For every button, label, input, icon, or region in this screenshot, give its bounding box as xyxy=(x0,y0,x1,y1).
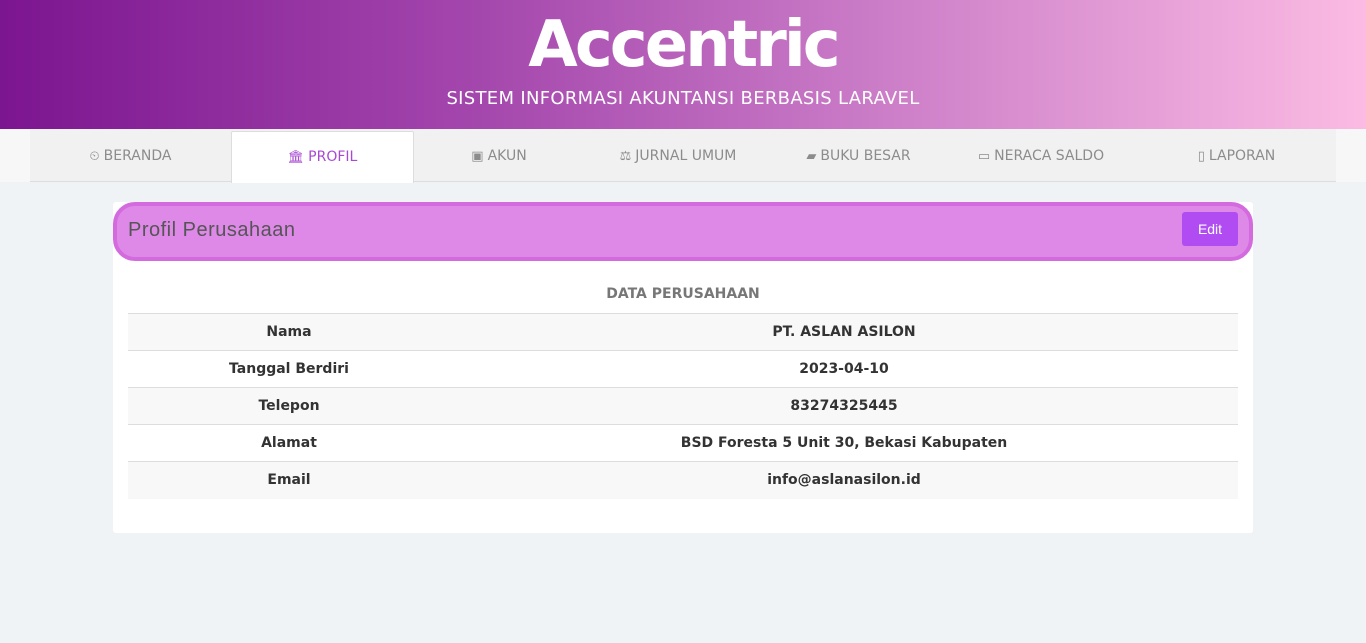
dashboard-icon: ⏲ xyxy=(89,149,100,164)
row-label: Alamat xyxy=(128,424,450,462)
tab-label: AKUN xyxy=(487,148,527,164)
scale-icon: ⚖ xyxy=(619,149,632,164)
tab-label: LAPORAN xyxy=(1208,148,1276,164)
table-row: Telepon 83274325445 xyxy=(128,387,1238,425)
table-row: Tanggal Berdiri 2023-04-10 xyxy=(128,350,1238,388)
row-value: 2023-04-10 xyxy=(450,350,1238,388)
book-icon: ▰ xyxy=(806,149,817,164)
tab-label: BERANDA xyxy=(103,148,172,164)
bank-icon: 🏛 xyxy=(287,150,305,165)
row-label: Email xyxy=(128,461,450,499)
row-label: Telepon xyxy=(128,387,450,425)
pdf-file-icon: ▯ xyxy=(1197,149,1205,164)
tab-beranda[interactable]: ⏲ BERANDA xyxy=(30,131,231,182)
nav-tabs: ⏲ BERANDA 🏛 PROFIL ▣ AKUN ⚖ JURNAL UMUM ▰ BUK… xyxy=(30,129,1336,183)
company-data-table: Nama PT. ASLAN ASILON Tanggal Berdiri 20… xyxy=(128,313,1238,499)
money-icon: ▭ xyxy=(977,149,991,164)
header-banner: Accentric SISTEM INFORMASI AKUNTANSI BER… xyxy=(0,0,1366,129)
tab-neraca-saldo[interactable]: ▭ NERACA SALDO xyxy=(945,131,1137,182)
card-title: Profil Perusahaan xyxy=(128,219,296,241)
tab-akun[interactable]: ▣ AKUN xyxy=(414,131,584,182)
edit-button[interactable]: Edit xyxy=(1182,212,1238,246)
card-header: Profil Perusahaan Edit xyxy=(113,202,1253,261)
tab-label: BUKU BESAR xyxy=(820,148,911,164)
tab-laporan[interactable]: ▯ LAPORAN xyxy=(1137,131,1336,182)
row-value: 83274325445 xyxy=(450,387,1238,425)
table-row: Nama PT. ASLAN ASILON xyxy=(128,313,1238,351)
brand-tagline: SISTEM INFORMASI AKUNTANSI BERBASIS LARA… xyxy=(446,88,920,109)
row-value: BSD Foresta 5 Unit 30, Bekasi Kabupaten xyxy=(450,424,1238,462)
table-row: Email info@aslanasilon.id xyxy=(128,461,1238,499)
tab-label: JURNAL UMUM xyxy=(635,148,737,164)
tab-buku-besar[interactable]: ▰ BUKU BESAR xyxy=(772,131,945,182)
brand-title: Accentric xyxy=(528,8,840,82)
contact-book-icon: ▣ xyxy=(471,149,484,164)
profile-card: Profil Perusahaan Edit DATA PERUSAHAAN N… xyxy=(113,202,1253,533)
row-value: PT. ASLAN ASILON xyxy=(450,313,1238,351)
tab-label: PROFIL xyxy=(308,149,358,165)
tab-profil[interactable]: 🏛 PROFIL xyxy=(231,131,414,183)
row-value: info@aslanasilon.id xyxy=(450,461,1238,499)
tab-jurnal-umum[interactable]: ⚖ JURNAL UMUM xyxy=(584,131,772,182)
row-label: Tanggal Berdiri xyxy=(128,350,450,388)
table-row: Alamat BSD Foresta 5 Unit 30, Bekasi Kab… xyxy=(128,424,1238,462)
table-caption: DATA PERUSAHAAN xyxy=(606,286,760,302)
tab-label: NERACA SALDO xyxy=(994,148,1105,164)
row-label: Nama xyxy=(128,313,450,351)
nav-bar: ⏲ BERANDA 🏛 PROFIL ▣ AKUN ⚖ JURNAL UMUM ▰ BUK… xyxy=(0,129,1366,183)
